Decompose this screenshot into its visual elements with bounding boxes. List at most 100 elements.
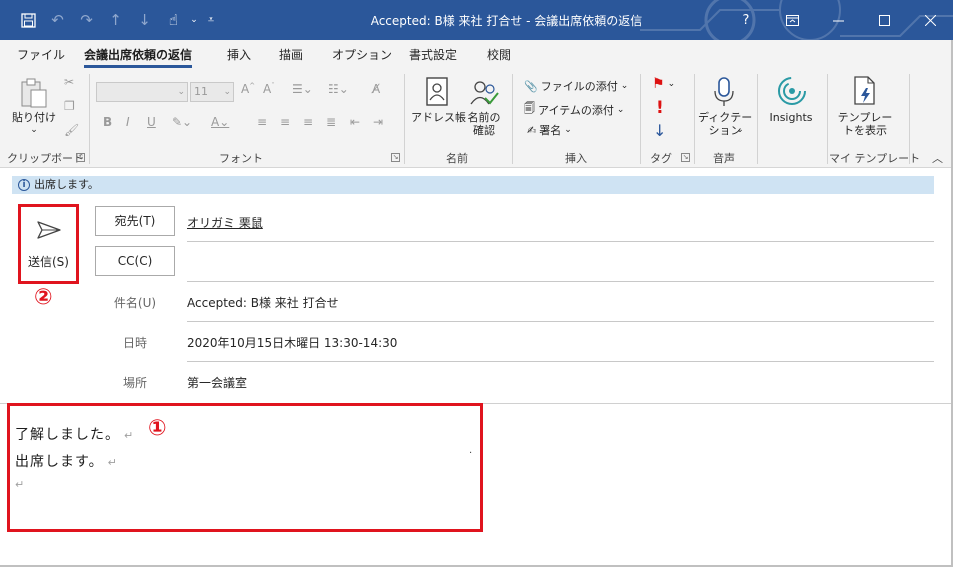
attach-file-button[interactable]: 📎 ファイルの添付 ⌄ — [524, 78, 628, 94]
address-book-icon[interactable] — [422, 76, 452, 108]
justify-icon[interactable]: ≣ — [326, 115, 336, 129]
follow-up-flag-button[interactable]: ⚑ ⌄ — [652, 76, 675, 92]
shrink-font-icon[interactable]: Aˇ — [263, 82, 275, 96]
view-templates-icon[interactable] — [850, 74, 880, 108]
font-group-label: フォント — [219, 152, 263, 165]
dictate-label-1[interactable]: ディクテー — [698, 111, 752, 124]
tab-draw[interactable]: 描画 — [279, 46, 303, 63]
font-launcher-icon[interactable]: ↘ — [391, 153, 400, 162]
help-button[interactable]: ? — [723, 0, 769, 40]
clipboard-group-label: クリップボード — [7, 152, 84, 165]
microphone-icon[interactable] — [710, 76, 738, 108]
field-divider — [187, 281, 934, 282]
chevron-down-icon: ⌄ — [620, 81, 629, 91]
font-name-combo[interactable]: ⌄ — [96, 82, 188, 102]
signature-label: 署名 — [539, 124, 562, 137]
tab-review[interactable]: 校閲 — [487, 46, 511, 63]
info-bar-text: 出席します。 — [34, 178, 99, 191]
underline-icon[interactable]: U — [147, 115, 156, 129]
paste-icon[interactable] — [16, 76, 52, 110]
signature-icon: ✍ — [527, 123, 537, 137]
insert-group-label: 挿入 — [565, 152, 587, 165]
address-book-label[interactable]: アドレス帳 — [411, 111, 466, 124]
dictate-dropdown-icon[interactable]: ⌄ — [735, 124, 745, 137]
body-line-3[interactable]: ↵ — [15, 476, 24, 492]
datetime-value: 2020年10月15日木曜日 13:30-14:30 — [187, 336, 398, 350]
to-recipient[interactable]: オリガミ 栗鼠 — [187, 214, 263, 231]
to-button[interactable]: 宛先(T) — [95, 206, 175, 236]
ribbon-tabs: ファイル 会議出席依頼の返信 挿入 描画 オプション 書式設定 校閲 — [0, 40, 953, 68]
tab-insert[interactable]: 挿入 — [227, 46, 251, 63]
window-controls: ? — [723, 0, 953, 40]
tags-launcher-icon[interactable]: ↘ — [681, 153, 690, 162]
insights-label[interactable]: Insights — [764, 111, 818, 124]
field-divider — [187, 241, 934, 242]
high-importance-icon[interactable]: ! — [656, 98, 664, 118]
ribbon-display-options-icon[interactable] — [769, 0, 815, 40]
close-icon[interactable] — [907, 0, 953, 40]
align-left-icon[interactable]: ≡ — [257, 115, 267, 129]
collapse-ribbon-icon[interactable]: ︿ — [932, 150, 943, 166]
highlight-icon[interactable]: ✎⌄ — [172, 115, 192, 129]
numbering-icon[interactable]: ☷⌄ — [328, 82, 349, 96]
clear-formatting-icon[interactable]: A̸ — [372, 82, 380, 96]
copy-icon[interactable]: ❐ — [64, 99, 75, 113]
subject-value[interactable]: Accepted: B様 来社 打合せ — [187, 294, 339, 311]
grow-font-icon[interactable]: A^ — [241, 82, 255, 96]
tab-format[interactable]: 書式設定 — [409, 46, 457, 63]
send-button[interactable]: 送信(S) — [18, 204, 79, 284]
attach-item-label: アイテムの添付 — [538, 103, 614, 117]
datetime-label: 日時 — [122, 336, 147, 350]
check-names-label-1[interactable]: 名前の — [464, 111, 504, 124]
paragraph-mark: ↵ — [107, 456, 117, 469]
low-importance-icon[interactable]: ↓ — [653, 121, 666, 140]
insights-icon[interactable] — [776, 74, 808, 108]
chevron-down-icon: ⌄ — [667, 79, 676, 89]
flag-icon: ⚑ — [652, 76, 665, 92]
paperclip-icon: 📎 — [524, 79, 538, 93]
format-painter-icon[interactable]: 🖌 — [64, 123, 79, 137]
maximize-icon[interactable] — [861, 0, 907, 40]
names-group-label: 名前 — [446, 152, 468, 165]
align-center-icon[interactable]: ≡ — [280, 115, 290, 129]
field-divider — [187, 321, 934, 322]
body-line-1-text: 了解しました。 — [15, 427, 120, 443]
tab-meeting-response[interactable]: 会議出席依頼の返信 — [84, 46, 193, 68]
view-templates-label-1[interactable]: テンプレー — [836, 111, 894, 124]
check-names-label-2[interactable]: 確認 — [464, 124, 504, 137]
decrease-indent-icon[interactable]: ⇤ — [350, 115, 360, 129]
body-line-1[interactable]: 了解しました。 ↵ — [15, 424, 133, 444]
text-cursor-dot: . — [469, 445, 473, 456]
signature-button[interactable]: ✍ 署名 ⌄ — [527, 122, 572, 138]
tab-options[interactable]: オプション — [332, 46, 392, 63]
view-templates-label-2[interactable]: トを表示 — [836, 124, 894, 137]
font-size-value: 11 — [194, 85, 208, 98]
ribbon: 貼り付け ⌄ ✂ ❐ 🖌 クリップボード ↘ ⌄ 11 ⌄ A^ Aˇ ☰⌄ ☷⌄… — [0, 68, 953, 168]
attach-item-button[interactable]: 🗐 アイテムの添付 ⌄ — [524, 100, 624, 119]
font-color-icon[interactable]: A⌄ — [211, 115, 229, 129]
font-size-combo[interactable]: 11 ⌄ — [190, 82, 234, 102]
bullets-icon[interactable]: ☰⌄ — [292, 82, 313, 96]
attach-item-icon: 🗐 — [524, 102, 535, 115]
location-label: 場所 — [122, 376, 147, 390]
field-divider — [187, 361, 934, 362]
ribbon-separator — [694, 74, 695, 164]
minimize-icon[interactable] — [815, 0, 861, 40]
voice-group-label: 音声 — [713, 152, 735, 165]
increase-indent-icon[interactable]: ⇥ — [373, 115, 383, 129]
check-names-icon[interactable] — [468, 76, 500, 108]
attach-file-label: ファイルの添付 — [540, 80, 618, 93]
paste-label[interactable]: 貼り付け — [12, 111, 56, 124]
tab-file[interactable]: ファイル — [17, 46, 65, 63]
ribbon-separator — [640, 74, 641, 164]
clipboard-launcher-icon[interactable]: ↘ — [76, 153, 85, 162]
cc-button[interactable]: CC(C) — [95, 246, 175, 276]
align-right-icon[interactable]: ≡ — [303, 115, 313, 129]
subject-label: 件名(U) — [113, 296, 157, 310]
body-line-2[interactable]: 出席します。 ↵ — [15, 451, 117, 471]
bold-icon[interactable]: B — [103, 115, 112, 129]
paste-dropdown-icon[interactable]: ⌄ — [28, 124, 40, 137]
italic-icon[interactable]: I — [126, 115, 130, 129]
cut-icon[interactable]: ✂ — [64, 75, 74, 89]
title-bar: ↶ ↷ ↑ ↓ ☝ ⌄ ⩡ Accepted: B様 来社 打合せ - 会議出席… — [0, 0, 953, 40]
